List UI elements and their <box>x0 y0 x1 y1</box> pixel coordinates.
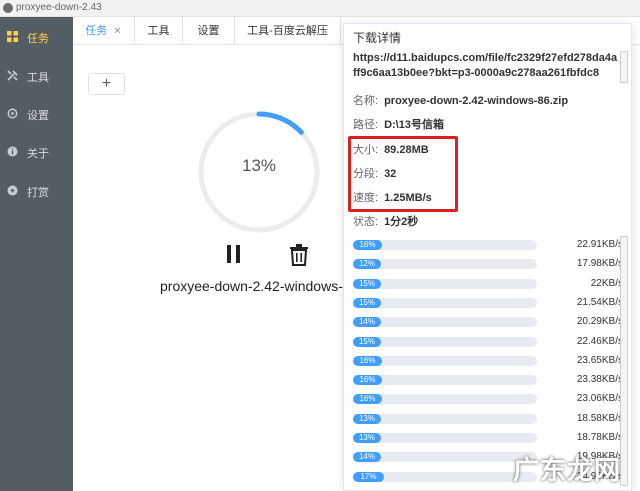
segment-progress-bar: 16% <box>353 355 537 366</box>
path-row: 路径: D:\13号信箱 <box>353 116 444 132</box>
watermark: 广东龙网 <box>503 448 631 485</box>
name-value: proxyee-down-2.42-windows-86.zip <box>384 95 569 107</box>
panel-title: 下载详情 <box>353 31 402 45</box>
segment-progress-bar: 12% <box>353 259 537 270</box>
segment-progress-fill: 14% <box>353 452 381 463</box>
segment-row: 16% 23.38KB/s <box>353 373 623 387</box>
title-bar: proxyee-down-2.43 <box>0 0 640 17</box>
segment-progress-fill: 15% <box>353 297 381 308</box>
segment-row: 16% 23.06KB/s <box>353 392 623 406</box>
close-icon[interactable]: ✕ <box>113 26 121 37</box>
segment-row: 12% 17.98KB/s <box>353 257 623 271</box>
segment-speed: 18.78KB/s <box>576 432 623 443</box>
tab-label: 设置 <box>197 25 220 37</box>
tab-baidu-unzip[interactable]: 工具-百度云解压 <box>235 17 341 45</box>
tab-label: 工具-百度云解压 <box>247 25 328 37</box>
info-icon <box>7 146 18 157</box>
segment-progress-fill: 16% <box>353 355 382 366</box>
segment-progress-bar: 15% <box>353 336 537 347</box>
tab-tools[interactable]: 工具 <box>135 17 183 45</box>
segment-progress-fill: 16% <box>353 240 382 250</box>
segment-progress-bar: 13% <box>353 413 537 424</box>
segment-row: 16% 22.91KB/s <box>353 238 623 252</box>
segment-progress-fill: 16% <box>353 375 382 386</box>
sidebar-item-about[interactable]: 关于 <box>0 133 73 171</box>
trash-icon[interactable] <box>289 244 309 266</box>
segment-progress-fill: 13% <box>353 413 381 424</box>
path-value: D:\13号信箱 <box>384 119 444 131</box>
sidebar-item-label: 打赏 <box>27 187 49 199</box>
progress-percent: 13% <box>241 156 277 175</box>
status-row: 状态: 1分2秒 <box>353 213 418 229</box>
segment-progress-fill: 17% <box>353 471 384 482</box>
status-value: 1分2秒 <box>384 216 419 228</box>
segment-speed: 22.46KB/s <box>576 335 623 347</box>
sidebar-item-tasks[interactable]: 任务 <box>0 18 73 56</box>
task-filename: proxyee-down-2.42-windows-86.zip <box>160 278 350 294</box>
sidebar-item-label: 设置 <box>27 110 49 122</box>
segment-row: 16% 23.65KB/s <box>353 354 623 368</box>
download-detail-panel: 下载详情 https://d11.baidupcs.com/file/fc232… <box>343 23 632 491</box>
reward-icon <box>7 185 18 196</box>
tab-settings[interactable]: 设置 <box>183 17 235 45</box>
sidebar-item-label: 工具 <box>27 72 49 84</box>
sidebar-item-label: 任务 <box>27 33 49 45</box>
pause-icon[interactable] <box>224 244 244 264</box>
segment-progress-bar: 15% <box>353 278 537 289</box>
segment-row: 15% 21.54KB/s <box>353 296 623 310</box>
segment-progress-fill: 12% <box>353 259 381 270</box>
segment-progress-bar: 16% <box>353 240 537 250</box>
download-url: https://d11.baidupcs.com/file/fc2329f27e… <box>353 52 618 79</box>
sidebar-item-settings[interactable]: 设置 <box>0 95 73 133</box>
gear-icon <box>7 108 18 119</box>
app-icon <box>3 3 13 13</box>
tab-label: 工具 <box>147 25 170 37</box>
segment-progress-fill: 15% <box>353 278 381 289</box>
path-label: 路径: <box>353 119 379 131</box>
segment-progress-fill: 16% <box>353 394 382 405</box>
url-scrollbar[interactable] <box>620 51 628 83</box>
segment-progress-fill: 13% <box>353 433 381 443</box>
add-task-button[interactable]: + <box>88 73 125 95</box>
sidebar-item-reward[interactable]: 打赏 <box>0 172 73 210</box>
segment-speed: 20.29KB/s <box>576 316 623 328</box>
segment-speed: 21.54KB/s <box>576 296 623 308</box>
sidebar-item-label: 关于 <box>27 148 49 160</box>
segment-speed: 23.06KB/s <box>576 393 623 405</box>
name-label: 名称: <box>353 95 379 107</box>
segment-row: 13% 18.78KB/s <box>353 431 623 445</box>
sidebar: 任务 工具 设置 关于 打赏 <box>0 17 73 491</box>
grid-icon <box>7 31 18 42</box>
watermark-text: 广东龙网 <box>513 455 622 485</box>
segment-speed: 22.91KB/s <box>576 239 623 250</box>
segment-progress-fill: 15% <box>353 336 381 347</box>
segment-progress-fill: 14% <box>353 317 381 328</box>
tab-tasks[interactable]: 任务 ✕ <box>73 17 135 45</box>
segment-speed: 18.58KB/s <box>576 412 623 424</box>
segment-row: 13% 18.58KB/s <box>353 412 623 426</box>
status-label: 状态: <box>353 216 379 228</box>
tools-icon <box>7 70 18 81</box>
segment-speed: 17.98KB/s <box>576 258 623 270</box>
segment-speed: 22KB/s <box>590 277 623 289</box>
segment-progress-bar: 16% <box>353 375 537 386</box>
segment-speed: 23.38KB/s <box>576 374 623 386</box>
segment-progress-bar: 15% <box>353 297 537 308</box>
segment-row: 15% 22.46KB/s <box>353 335 623 349</box>
segment-row: 15% 22KB/s <box>353 277 623 291</box>
name-row: 名称: proxyee-down-2.42-windows-86.zip <box>353 92 568 108</box>
sidebar-item-tools[interactable]: 工具 <box>0 57 73 95</box>
segment-row: 14% 20.29KB/s <box>353 315 623 329</box>
tab-label: 任务 <box>85 25 108 37</box>
segment-progress-bar: 16% <box>353 394 537 405</box>
window-title: proxyee-down-2.43 <box>16 2 102 13</box>
segment-progress-bar: 13% <box>353 433 537 443</box>
highlight-box <box>348 136 458 212</box>
progress-circle: 13% <box>197 110 321 234</box>
segment-progress-bar: 14% <box>353 317 537 328</box>
segment-speed: 23.65KB/s <box>576 354 623 366</box>
